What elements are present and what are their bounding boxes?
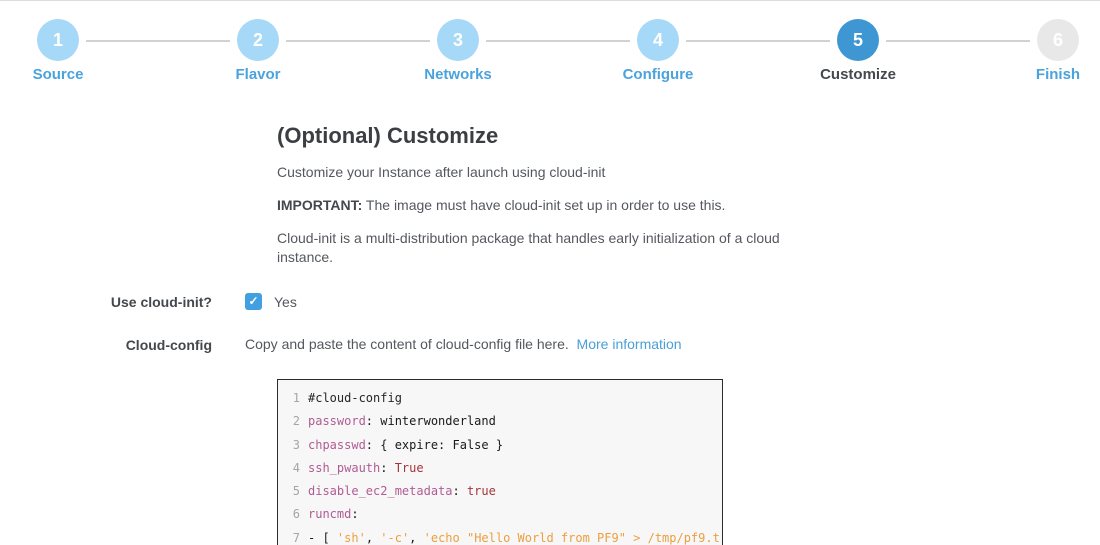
- line-number: 3: [290, 434, 300, 457]
- line-number: 6: [290, 503, 300, 526]
- step-number: 2: [237, 19, 279, 61]
- step-number: 4: [637, 19, 679, 61]
- code-token: - [: [308, 531, 337, 545]
- step-number: 5: [837, 19, 879, 61]
- code-token: :: [351, 507, 358, 521]
- line-number: 5: [290, 480, 300, 503]
- step-source[interactable]: 1 Source: [0, 19, 118, 83]
- wizard-stepper: 1 Source 2 Flavor 3 Networks 4 Configure 5 Custom…: [0, 3, 1100, 99]
- step-networks[interactable]: 3 Networks: [398, 19, 518, 83]
- use-cloud-init-row: Use cloud-init? ✓ Yes: [0, 293, 1100, 310]
- code-line: 3 chpasswd: { expire: False }: [290, 434, 722, 457]
- launch-instance-wizard: 1 Source 2 Flavor 3 Networks 4 Configure 5 Custom…: [0, 0, 1100, 545]
- step-label: Source: [0, 66, 118, 83]
- code-token: ,: [409, 531, 423, 545]
- step-label: Configure: [598, 66, 718, 83]
- step-label: Networks: [398, 66, 518, 83]
- code-token: :: [453, 484, 467, 498]
- cloud-config-label: Cloud-config: [0, 336, 245, 353]
- code-token: : { expire: False }: [366, 438, 503, 452]
- step-number: 3: [437, 19, 479, 61]
- step-flavor[interactable]: 2 Flavor: [198, 19, 318, 83]
- important-label: IMPORTANT:: [277, 197, 362, 213]
- step-finish[interactable]: 6 Finish: [998, 19, 1100, 83]
- cloud-init-description: Cloud-init is a multi-distribution packa…: [277, 229, 837, 267]
- code-line: 6 runcmd:: [290, 503, 722, 526]
- step-label: Customize: [798, 66, 918, 83]
- cloud-config-row: Cloud-config Copy and paste the content …: [0, 336, 1100, 353]
- code-line: 5 disable_ec2_metadata: true: [290, 480, 722, 503]
- code-token: : winterwonderland: [366, 414, 496, 428]
- step-number: 1: [37, 19, 79, 61]
- intro-text: Customize your Instance after launch usi…: [277, 163, 837, 182]
- line-number: 1: [290, 387, 300, 410]
- line-number: 2: [290, 410, 300, 433]
- cloud-config-editor-row: 1 #cloud-config 2 password: winterwonderlan…: [0, 379, 1100, 545]
- step-label: Flavor: [198, 66, 318, 83]
- use-cloud-init-label: Use cloud-init?: [0, 293, 245, 310]
- use-cloud-init-checkbox[interactable]: ✓: [245, 293, 262, 310]
- line-number: 7: [290, 527, 300, 545]
- code-line: 7 - [ 'sh', '-c', 'echo "Hello World from…: [290, 527, 722, 545]
- code-token: true: [467, 484, 496, 498]
- step-number: 6: [1037, 19, 1079, 61]
- step-customize[interactable]: 5 Customize: [798, 19, 918, 83]
- more-information-link[interactable]: More information: [577, 336, 682, 352]
- customize-step-panel: (Optional) Customize Customize your Inst…: [0, 123, 1100, 545]
- code-line: 4 ssh_pwauth: True: [290, 457, 722, 480]
- code-token: 'echo "Hello World from PF9" > /tmp/pf9.…: [424, 531, 720, 545]
- code-token: ssh_pwauth: [308, 461, 380, 475]
- important-text: The image must have cloud-init set up in…: [362, 197, 725, 213]
- code-line: 2 password: winterwonderland: [290, 410, 722, 433]
- cloud-config-hint: Copy and paste the content of cloud-conf…: [245, 336, 569, 352]
- code-token: #cloud-config: [308, 391, 402, 405]
- important-note: IMPORTANT: The image must have cloud-ini…: [277, 196, 837, 215]
- cloud-config-editor[interactable]: 1 #cloud-config 2 password: winterwonderlan…: [277, 379, 723, 545]
- checkbox-yes-label: Yes: [274, 294, 297, 310]
- code-line: 1 #cloud-config: [290, 387, 722, 410]
- step-label: Finish: [998, 66, 1100, 83]
- code-token: '-c': [380, 531, 409, 545]
- code-lines: 1 #cloud-config 2 password: winterwonderlan…: [290, 387, 722, 545]
- code-token: 'sh': [337, 531, 366, 545]
- code-token: password: [308, 414, 366, 428]
- code-token: chpasswd: [308, 438, 366, 452]
- code-token: runcmd: [308, 507, 351, 521]
- code-token: disable_ec2_metadata: [308, 484, 453, 498]
- code-token: True: [395, 461, 424, 475]
- page-title: (Optional) Customize: [277, 123, 837, 149]
- code-token: :: [380, 461, 394, 475]
- code-token: ,: [366, 531, 380, 545]
- step-configure[interactable]: 4 Configure: [598, 19, 718, 83]
- line-number: 4: [290, 457, 300, 480]
